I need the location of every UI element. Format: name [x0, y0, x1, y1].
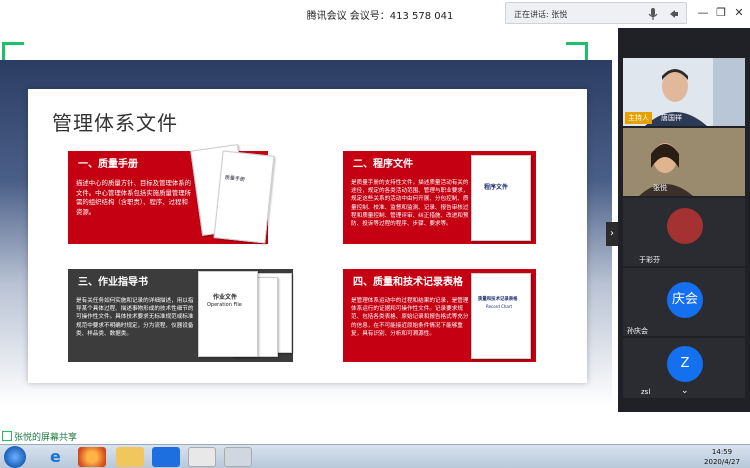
document-label: 质量和技术记录表格: [478, 297, 518, 302]
card-title: 四、质量和技术记录表格: [353, 277, 463, 288]
participant-name: zsl: [641, 388, 651, 396]
app-icon[interactable]: [188, 447, 216, 467]
participant-name: 孙庆会: [627, 327, 648, 335]
host-badge: 主持人: [625, 112, 652, 124]
share-owner-label: 张悦的屏幕共享: [14, 433, 78, 443]
card-description: 是管理体系运动中的过程和结果的记录，是管理体系运行的证据和可操作性文件。记录要求…: [351, 298, 469, 337]
tencent-meeting-icon[interactable]: [152, 447, 180, 467]
document-thumbnail: 作业文件 Operation File: [198, 271, 258, 357]
participant-video: [623, 128, 745, 196]
pin-icon[interactable]: [667, 7, 681, 21]
meeting-title: 腾讯会议 会议号：413 578 041: [306, 11, 454, 22]
card-quality-manual: 一、质量手册 描述中心的质量方针、目标及管理体系的文件。中心管理体系包括实施质量…: [68, 144, 275, 244]
presentation-slide: 管理体系文件 一、质量手册 描述中心的质量方针、目标及管理体系的文件。中心管理体…: [28, 89, 587, 383]
card-title: 三、作业指导书: [78, 277, 148, 288]
avatar: 庆会: [667, 282, 703, 318]
minimize-button[interactable]: —: [694, 4, 712, 22]
participant-tile[interactable]: 主持人 唐国祥: [623, 58, 745, 126]
ie-icon[interactable]: e: [42, 447, 70, 467]
participant-name: 张悦: [653, 184, 667, 192]
document-label: 程序文件: [484, 184, 509, 191]
participant-tile[interactable]: 于彩芬: [623, 198, 745, 266]
slide-heading: 管理体系文件: [52, 111, 178, 135]
document-label: 质量手册: [224, 174, 246, 183]
clock-date: 2020/4/27: [704, 458, 740, 466]
folder-icon[interactable]: [116, 447, 144, 467]
participant-tile[interactable]: 张悦: [623, 128, 745, 196]
screen-share-icon: [2, 431, 12, 441]
paint-icon[interactable]: [224, 447, 252, 467]
card-quality-records: 四、质量和技术记录表格 是管理体系运动中的过程和结果的记录，是管理体系运行的证据…: [343, 269, 536, 362]
participant-tile[interactable]: 庆会 孙庆会: [623, 268, 745, 336]
avatar: Z: [667, 346, 703, 382]
share-footer: 张悦的屏幕共享: [0, 430, 618, 444]
system-clock[interactable]: 14:59 2020/4/27: [694, 447, 750, 467]
document-thumbnail: 质量和技术记录表格 Record Chart: [471, 273, 531, 359]
title-bar: 腾讯会议 会议号：413 578 041 正在讲话: 张悦 — ❐ ✕: [0, 0, 750, 28]
document-sublabel: Operation File: [207, 302, 242, 308]
speaking-label: 正在讲话: 张悦: [514, 10, 568, 19]
card-title: 一、质量手册: [78, 159, 138, 170]
firefox-icon[interactable]: [78, 447, 106, 467]
card-description: 描述中心的质量方针、目标及管理体系的文件。中心管理体系包括实施质量管理所需的组织…: [76, 179, 192, 216]
card-procedure-docs: 二、程序文件 是质量手册的支持性文件，描述质量活动有关的途径，规定的各类活动范围…: [343, 151, 536, 244]
document-label: 作业文件: [213, 294, 238, 301]
card-title: 二、程序文件: [353, 159, 413, 170]
participant-name: 于彩芬: [639, 256, 660, 264]
clock-time: 14:59: [711, 448, 733, 456]
windows-taskbar: e 14:59 2020/4/27: [0, 444, 750, 468]
card-work-instructions: 三、作业指导书 是有关任务如何实施和记录的详细描述，用以指导某个具体过程、描述事…: [68, 269, 293, 362]
microphone-icon: [648, 8, 658, 20]
document-thumbnail: 程序文件: [471, 155, 531, 241]
document-sublabel: Record Chart: [486, 304, 513, 309]
avatar: [667, 208, 703, 244]
participant-tile[interactable]: Z zsl ⌄: [623, 338, 745, 398]
document-thumbnail: 质量手册: [213, 150, 275, 244]
speaking-indicator: 正在讲话: 张悦: [505, 2, 687, 24]
expand-panel-button[interactable]: ›: [606, 222, 618, 246]
close-button[interactable]: ✕: [730, 4, 748, 22]
participant-name: 唐国祥: [661, 114, 682, 122]
maximize-button[interactable]: ❐: [712, 4, 730, 22]
card-description: 是有关任务如何实施和记录的详细描述，用以指导某个具体过程、描述事物形成的技术性细…: [76, 298, 194, 337]
card-description: 是质量手册的支持性文件，描述质量活动有关的途径，规定的各类活动范围、管理与职业要…: [351, 180, 469, 228]
chevron-down-icon[interactable]: ⌄: [681, 386, 689, 396]
start-button[interactable]: [4, 446, 26, 468]
participants-panel: 主持人 唐国祥 张悦 于彩芬 庆会 孙庆会 Z zsl ⌄: [618, 28, 750, 412]
